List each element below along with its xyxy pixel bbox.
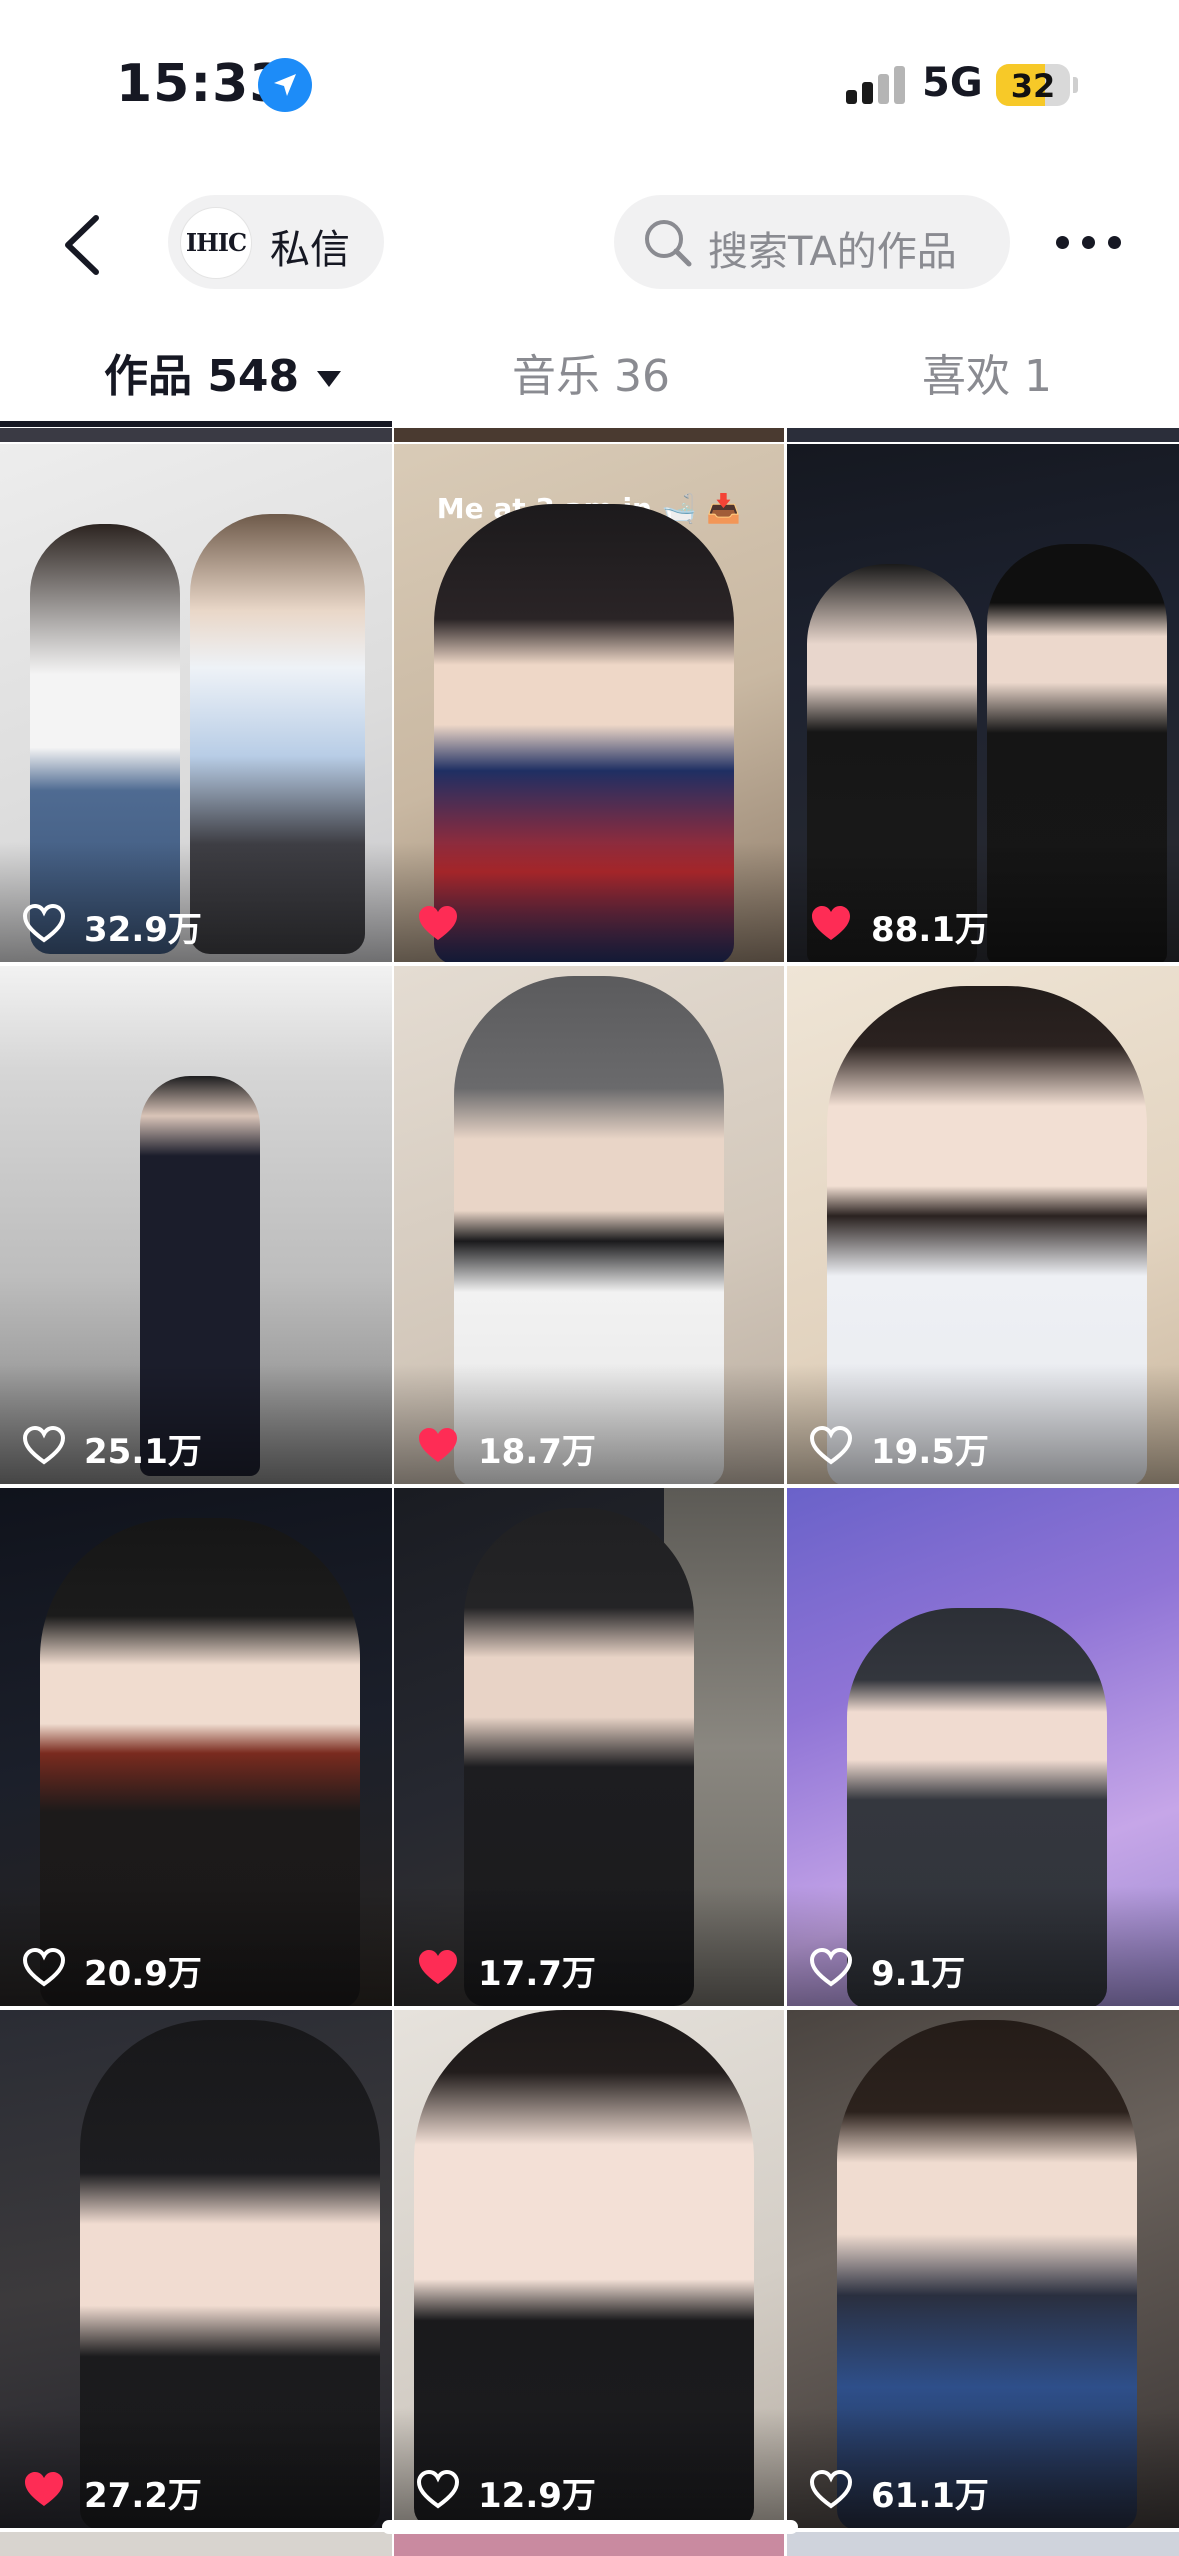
video-thumbnail[interactable]: 61.1万 — [787, 2010, 1179, 2528]
video-thumbnail[interactable]: 32.9万 — [0, 444, 392, 962]
heart-outline-icon — [416, 2470, 460, 2509]
heart-filled-icon — [25, 2472, 63, 2506]
heart-filled-icon — [419, 1428, 457, 1462]
heart-outline-icon — [809, 2470, 853, 2509]
heart-filled-icon — [812, 906, 850, 940]
video-thumbnail[interactable]: 19.5万 — [787, 966, 1179, 1484]
video-thumbnail[interactable] — [394, 2532, 784, 2556]
video-thumbnail[interactable]: 27.2万 — [0, 2010, 392, 2528]
avatar: IHIC — [180, 207, 252, 279]
message-button[interactable]: IHIC 私信 — [168, 195, 384, 289]
video-thumbnail[interactable]: 18.7万 — [394, 966, 784, 1484]
tab-music[interactable]: 音乐 36 — [512, 340, 670, 404]
previous-row-edge — [394, 428, 784, 442]
heart-outline-icon — [809, 1426, 853, 1465]
video-thumbnail[interactable] — [0, 2532, 392, 2556]
home-indicator[interactable] — [382, 2520, 798, 2534]
message-label: 私信 — [270, 227, 350, 273]
battery-tip — [1073, 77, 1078, 93]
active-tab-indicator — [0, 421, 392, 427]
search-input[interactable]: 搜索TA的作品 — [614, 195, 1010, 289]
heart-outline-icon — [809, 1948, 853, 1987]
video-thumbnail[interactable]: 25.1万 — [0, 966, 392, 1484]
network-type: 5G — [922, 60, 983, 106]
video-thumbnail[interactable] — [787, 2532, 1179, 2556]
video-thumbnail[interactable]: 17.7万 — [394, 1488, 784, 2006]
dropdown-triangle-icon — [317, 371, 342, 387]
tab-likes[interactable]: 喜欢 1 — [922, 340, 1052, 404]
previous-row-edge — [0, 428, 392, 442]
previous-row-edge — [787, 428, 1179, 442]
search-icon — [645, 220, 692, 267]
tab-works[interactable]: 作品 548 — [104, 340, 342, 404]
status-bar: 15:33 5G 32 — [0, 0, 1179, 170]
video-thumbnail[interactable]: 88.1万 — [787, 444, 1179, 962]
video-thumbnail[interactable]: 9.1万 — [787, 1488, 1179, 2006]
video-thumbnail[interactable]: 20.9万 — [0, 1488, 392, 2006]
battery-level: 32 — [1010, 67, 1056, 105]
back-button[interactable] — [56, 210, 112, 280]
heart-outline-icon — [22, 904, 66, 943]
more-options-button[interactable] — [1056, 232, 1122, 252]
location-arrow-icon — [258, 58, 312, 112]
cellular-signal-icon — [846, 66, 908, 108]
video-thumbnail[interactable]: Me at 3 am in 🛁 📥 — [394, 444, 784, 962]
heart-filled-icon — [419, 906, 457, 940]
video-grid: 32.9万 Me at 3 am in 🛁 📥 88.1万 25.1万 — [0, 428, 1179, 2556]
heart-outline-icon — [22, 1426, 66, 1465]
heart-outline-icon — [22, 1948, 66, 1987]
heart-filled-icon — [419, 1950, 457, 1984]
video-thumbnail[interactable]: 12.9万 — [394, 2010, 784, 2528]
battery-icon: 32 — [996, 64, 1070, 106]
search-placeholder: 搜索TA的作品 — [708, 229, 957, 275]
